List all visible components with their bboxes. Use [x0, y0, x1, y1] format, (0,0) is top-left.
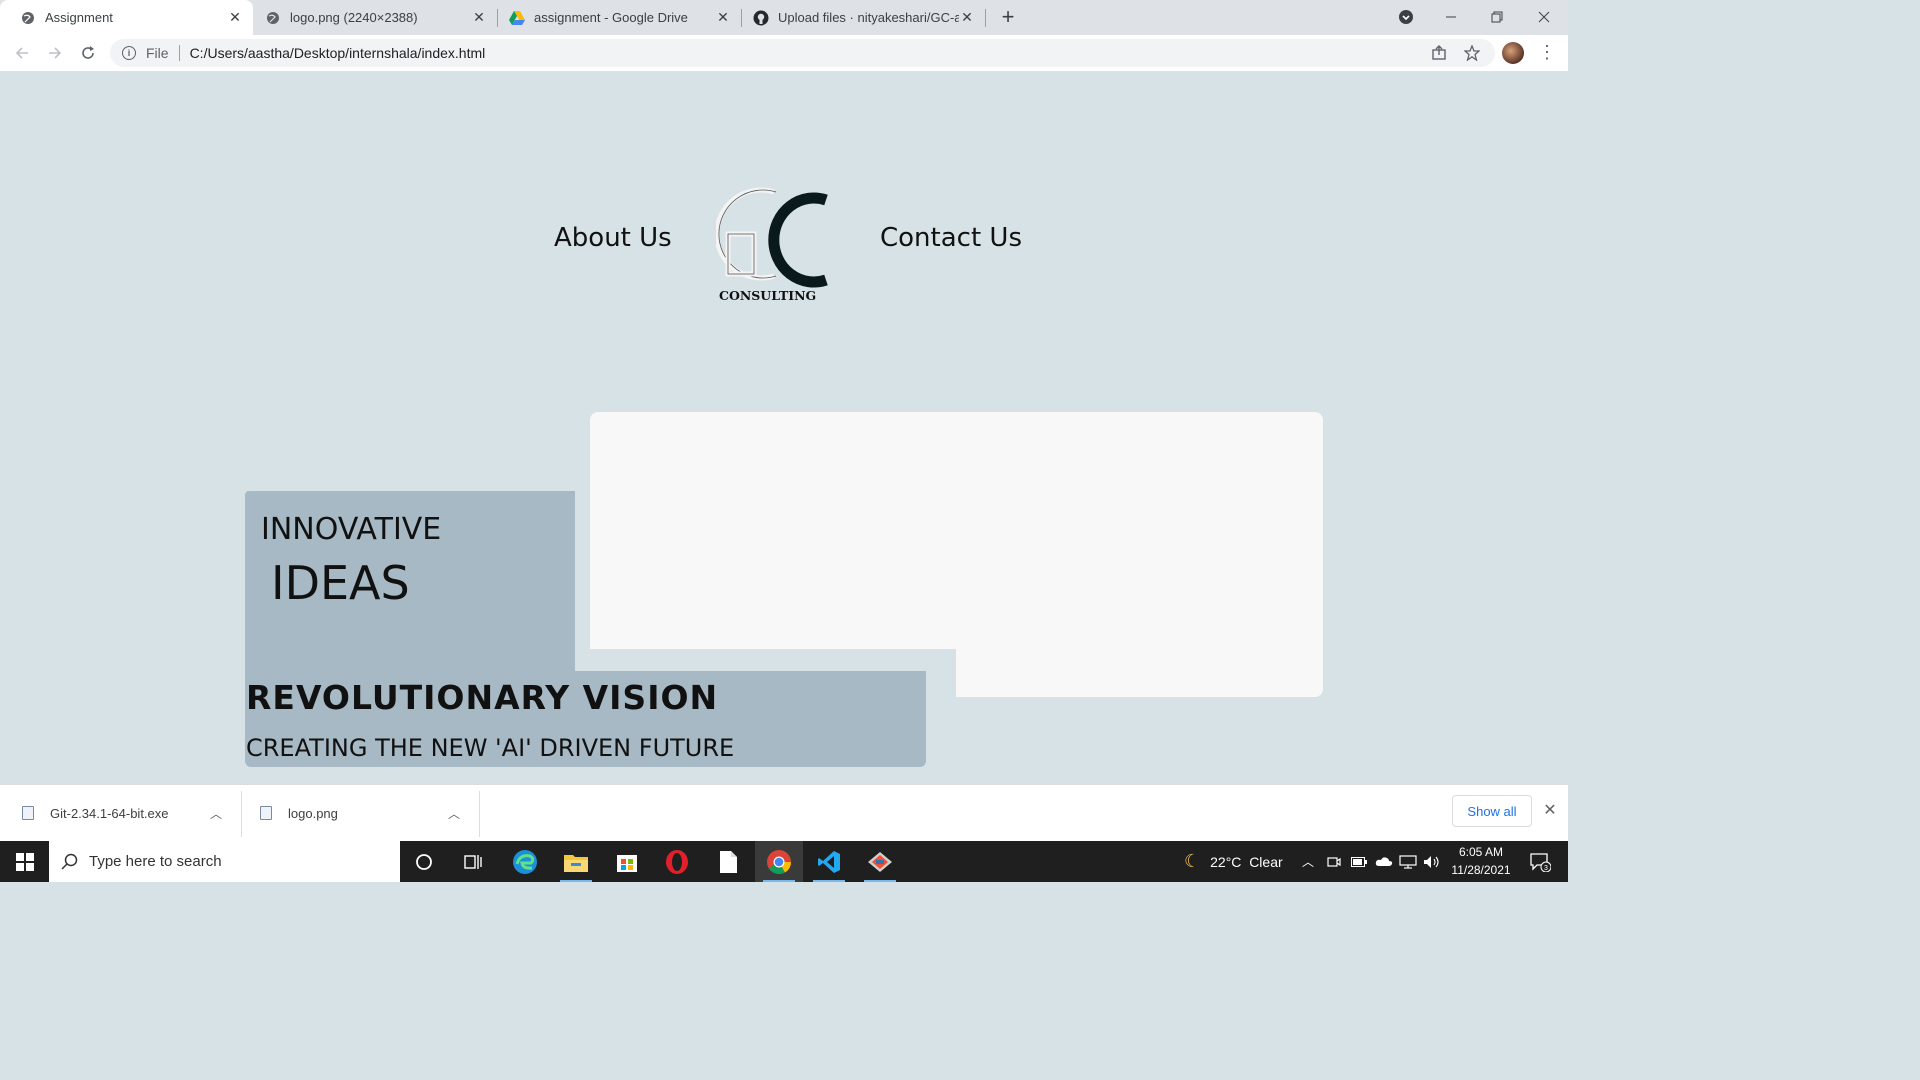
web-page: About Us CONSULTING Contact Us INNOVATIV…: [0, 72, 1568, 784]
svg-text:3: 3: [1544, 865, 1548, 872]
tab-strip: Assignment ✕ logo.png (2240×2388) ✕ assi…: [0, 0, 1568, 35]
hero-card-top: [590, 412, 1323, 649]
forward-arrow-icon[interactable]: [44, 42, 66, 64]
image-file-icon: [260, 806, 272, 820]
reload-icon[interactable]: [77, 42, 99, 64]
chevron-up-icon[interactable]: ︿: [448, 805, 460, 822]
restore-icon[interactable]: [1474, 0, 1520, 33]
contact-us-link[interactable]: Contact Us: [880, 223, 1022, 253]
tab-assignment[interactable]: Assignment ✕: [0, 0, 253, 35]
cortana-icon[interactable]: [400, 841, 448, 882]
windows-start-icon[interactable]: [0, 841, 49, 882]
tray-overflow-chevron-icon[interactable]: ︿: [1302, 841, 1314, 882]
close-tab-icon[interactable]: ✕: [471, 9, 487, 26]
exe-file-icon: [22, 806, 34, 820]
tab-google-drive[interactable]: assignment - Google Drive ✕: [489, 0, 741, 35]
info-icon[interactable]: i: [122, 46, 136, 60]
minimize-icon[interactable]: [1428, 0, 1474, 33]
hero-card-bottom: [956, 649, 1323, 697]
address-bar[interactable]: i File C:/Users/aastha/Desktop/internsha…: [110, 39, 1495, 67]
chrome-icon[interactable]: [755, 841, 803, 882]
weather-widget[interactable]: ☾ 22°C Clear: [1184, 841, 1283, 882]
notepad-file-icon[interactable]: [704, 841, 752, 882]
chevron-up-icon[interactable]: ︿: [210, 805, 222, 822]
share-icon[interactable]: [1429, 43, 1449, 63]
github-icon: [753, 10, 769, 26]
url-scheme: File: [146, 45, 169, 61]
download-item[interactable]: logo.png ︿: [260, 785, 478, 841]
file-explorer-icon[interactable]: [552, 841, 600, 882]
microsoft-store-icon[interactable]: [603, 841, 651, 882]
close-tab-icon[interactable]: ✕: [227, 9, 243, 26]
url-text[interactable]: C:/Users/aastha/Desktop/internshala/inde…: [190, 45, 486, 61]
volume-icon[interactable]: [1423, 841, 1441, 882]
running-indicator: [864, 880, 896, 882]
tab-title: Upload files · nityakeshari/GC-as: [778, 10, 959, 25]
search-placeholder: Type here to search: [89, 853, 222, 870]
git-gui-icon[interactable]: [856, 841, 904, 882]
download-filename: Git-2.34.1-64-bit.exe: [50, 805, 169, 821]
hero-line-innovative: INNOVATIVE: [261, 512, 442, 547]
clock-date: 11/28/2021: [1451, 863, 1511, 877]
system-clock[interactable]: 6:05 AM 11/28/2021: [1440, 843, 1522, 879]
close-window-icon[interactable]: [1521, 0, 1567, 33]
opera-icon[interactable]: [653, 841, 701, 882]
moon-icon: ☾: [1184, 851, 1201, 871]
globe-icon: [265, 10, 281, 26]
battery-icon[interactable]: [1351, 841, 1367, 882]
weather-text: 22°C Clear: [1210, 853, 1283, 870]
download-divider: [479, 791, 480, 837]
notification-center-icon[interactable]: 3: [1524, 841, 1556, 882]
globe-icon: [20, 10, 36, 26]
taskbar-search-input[interactable]: Type here to search: [49, 841, 400, 882]
download-item[interactable]: Git-2.34.1-64-bit.exe ︿: [22, 785, 240, 841]
network-icon[interactable]: [1399, 841, 1417, 882]
tab-title: Assignment: [45, 10, 113, 25]
hero-line-ideas: IDEAS: [271, 556, 410, 610]
search-icon: [61, 853, 78, 870]
download-filename: logo.png: [288, 805, 338, 821]
back-arrow-icon[interactable]: [11, 42, 33, 64]
gc-consulting-logo[interactable]: CONSULTING: [714, 184, 830, 304]
tab-divider: [985, 9, 986, 27]
close-tab-icon[interactable]: ✕: [959, 9, 975, 26]
hero-headline: REVOLUTIONARY VISION: [246, 678, 719, 717]
download-divider: [241, 791, 242, 837]
running-indicator: [560, 880, 592, 882]
running-indicator: [763, 880, 795, 882]
close-tab-icon[interactable]: ✕: [715, 9, 731, 26]
tab-search-icon[interactable]: [1383, 0, 1429, 33]
close-download-bar-icon[interactable]: ✕: [1541, 802, 1559, 820]
hero-tagline: CREATING THE NEW 'AI' DRIVEN FUTURE: [246, 734, 735, 762]
windows-taskbar: Type here to search ☾ 22°C Clear ︿ 6:05 …: [0, 841, 1568, 882]
url-divider: [178, 45, 180, 61]
clock-time: 6:05 AM: [1458, 845, 1504, 859]
svg-text:CONSULTING: CONSULTING: [719, 288, 816, 303]
running-indicator: [813, 880, 845, 882]
more-menu-icon[interactable]: ⋮: [1538, 42, 1556, 64]
vscode-icon[interactable]: [805, 841, 853, 882]
profile-avatar[interactable]: [1502, 42, 1524, 64]
google-drive-icon: [509, 10, 525, 26]
meet-now-icon[interactable]: [1327, 841, 1341, 882]
onedrive-cloud-icon[interactable]: [1375, 841, 1393, 882]
tab-title: assignment - Google Drive: [534, 10, 688, 25]
tab-github-upload[interactable]: Upload files · nityakeshari/GC-as ✕: [733, 0, 985, 35]
edge-browser-icon[interactable]: [501, 841, 549, 882]
tab-logo-png[interactable]: logo.png (2240×2388) ✕: [245, 0, 497, 35]
bookmark-star-icon[interactable]: [1462, 43, 1482, 63]
download-bar: Git-2.34.1-64-bit.exe ︿ logo.png ︿: [0, 784, 1568, 841]
show-all-button[interactable]: Show all: [1452, 795, 1532, 827]
tab-title: logo.png (2240×2388): [290, 10, 418, 25]
new-tab-button[interactable]: +: [997, 6, 1019, 29]
task-view-icon[interactable]: [449, 841, 497, 882]
browser-toolbar: i File C:/Users/aastha/Desktop/internsha…: [0, 35, 1568, 72]
about-us-link[interactable]: About Us: [554, 223, 672, 253]
